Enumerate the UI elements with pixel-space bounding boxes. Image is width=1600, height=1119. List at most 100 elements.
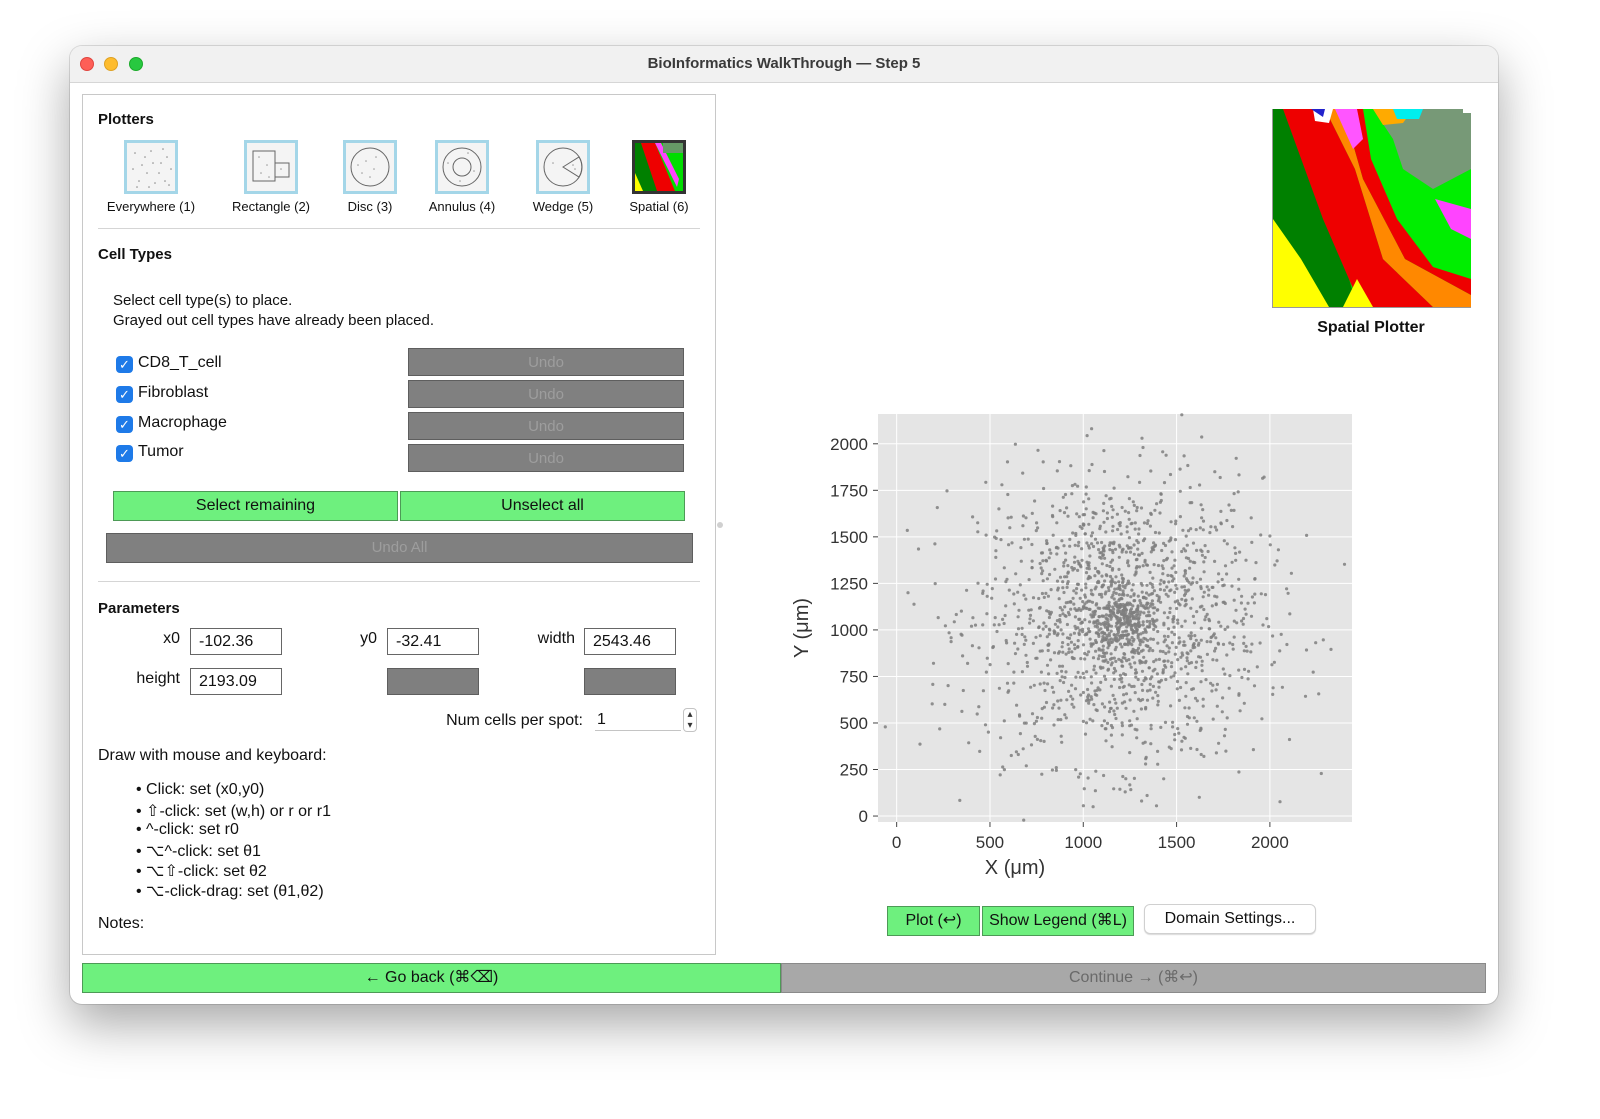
splitter-handle[interactable] [717,522,723,528]
data-point [1239,601,1243,605]
data-point [1119,622,1123,626]
data-point [1110,661,1114,665]
data-point [1214,688,1218,692]
data-point [1054,766,1058,770]
data-point [1231,647,1235,651]
num-cells-input[interactable]: 1 [595,709,681,731]
data-point [1073,543,1077,547]
scatter-chart[interactable]: 0 500 1000 1500 2000 0 250 500 750 1000 1250 1500 17… [778,404,1372,894]
data-point [1111,580,1115,584]
data-point [1118,625,1122,629]
undo-fibroblast-button[interactable]: Undo [408,380,684,408]
plotter-annulus-button[interactable]: Annulus (4) [407,140,517,214]
data-point [1045,577,1049,581]
data-point [1116,527,1120,532]
data-point [1004,604,1008,608]
y0-input[interactable]: -32.41 [387,628,479,655]
scatter-chart-svg[interactable]: 0 500 1000 1500 2000 0 250 500 750 1000 1250 1500 17… [778,404,1372,894]
data-point [1130,684,1134,689]
left-control-panel[interactable]: Plotters Everywhere (1) Rectangle (2) Di… [82,94,716,955]
go-back-button[interactable]: ← Go back (⌘⌫) [82,963,781,993]
data-point [931,682,935,686]
data-point [1090,462,1094,467]
num-cells-stepper[interactable]: ▴ ▾ [683,708,697,732]
data-point [1064,716,1068,720]
data-point [1186,672,1190,676]
data-point [1065,575,1069,579]
height-input[interactable]: 2193.09 [190,668,282,695]
x0-input[interactable]: -102.36 [190,628,282,655]
data-point [1253,577,1257,581]
data-point [1071,531,1075,535]
data-point [1040,591,1044,596]
data-point [1164,665,1168,669]
data-point [1080,547,1084,551]
data-point [1111,605,1115,609]
data-point [1096,632,1100,636]
data-point [1205,640,1209,644]
data-point [1119,532,1123,536]
plotter-wedge-button[interactable]: Wedge (5) [508,140,618,214]
continue-button[interactable]: Continue → (⌘↩) [781,963,1486,993]
data-point [1226,625,1230,629]
plotter-spatial-button[interactable]: Spatial (6) [604,140,714,214]
data-point [1183,569,1187,573]
app-window: BioInformatics WalkThrough — Step 5 Plot… [70,46,1498,1004]
data-point [1038,649,1042,653]
unselect-all-button[interactable]: Unselect all [400,491,685,521]
checkbox-macrophage[interactable]: ✓ [116,416,133,433]
data-point [1261,623,1265,627]
data-point [1134,566,1138,570]
data-point [1091,544,1096,549]
data-point [1162,541,1166,545]
data-point [1105,721,1110,725]
show-legend-button[interactable]: Show Legend (⌘L) [982,906,1134,936]
data-point [1127,564,1131,568]
data-point [1090,427,1094,431]
data-point [1188,485,1192,490]
data-point [1123,656,1127,660]
data-point [1118,634,1122,638]
data-point [1204,678,1208,682]
data-point [1133,671,1138,675]
data-point [1177,602,1181,606]
data-point [1198,577,1203,581]
data-point [1233,546,1237,550]
data-point [1002,621,1006,626]
data-point [1194,665,1198,670]
data-point [1198,526,1202,530]
plot-button[interactable]: Plot (↩) [887,906,980,936]
data-point [1114,716,1118,721]
data-point [1161,670,1165,674]
checkbox-cd8-t-cell[interactable]: ✓ [116,356,133,373]
plotter-everywhere-button[interactable]: Everywhere (1) [96,140,206,214]
domain-settings-button[interactable]: Domain Settings... [1144,904,1316,934]
y0-label: y0 [360,630,377,647]
data-point [1317,692,1321,696]
checkbox-tumor[interactable]: ✓ [116,445,133,462]
undo-tumor-button[interactable]: Undo [408,444,684,472]
data-point [976,521,980,525]
plotter-rectangle-button[interactable]: Rectangle (2) [216,140,326,214]
checkbox-fibroblast[interactable]: ✓ [116,386,133,403]
data-point [1194,638,1198,642]
data-point [1064,670,1068,674]
data-point [1133,661,1137,665]
data-point [1280,685,1284,689]
data-point [1112,709,1116,713]
data-point [1010,541,1014,545]
data-point [1178,467,1182,471]
undo-cd8-t-cell-button[interactable]: Undo [408,348,684,376]
select-remaining-button[interactable]: Select remaining [113,491,398,521]
data-point [981,689,985,693]
wedge-plotter-icon [536,140,590,194]
undo-all-button[interactable]: Undo All [106,533,693,563]
data-point [1059,734,1063,738]
data-point [1127,536,1131,540]
data-point [1054,768,1058,772]
data-point [1180,597,1184,601]
undo-macrophage-button[interactable]: Undo [408,412,684,440]
width-input[interactable]: 2543.46 [584,628,676,655]
data-point [1063,675,1067,680]
data-point [1082,500,1086,504]
